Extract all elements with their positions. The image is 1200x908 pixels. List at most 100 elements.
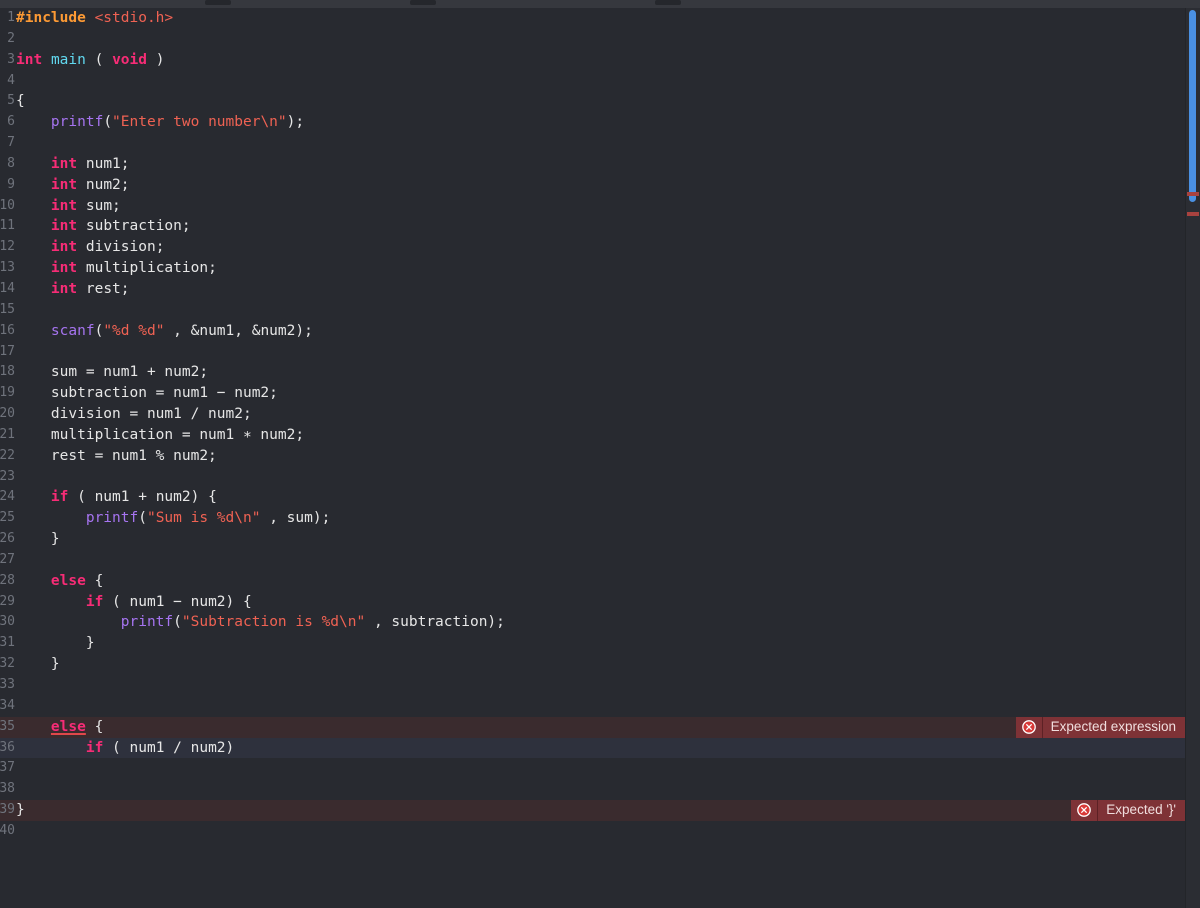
code-line[interactable]: 38 xyxy=(0,779,1186,800)
code-line[interactable]: 27 xyxy=(0,550,1186,571)
code-line[interactable]: 21 multiplication = num1 ∗ num2; xyxy=(0,425,1186,446)
code-line[interactable]: 11 int subtraction; xyxy=(0,216,1186,237)
code-line[interactable]: 5{ xyxy=(0,91,1186,112)
token-kw: int xyxy=(50,280,78,297)
line-content: #include <stdio.h> xyxy=(16,8,173,29)
line-number: 14 xyxy=(0,280,15,296)
code-line[interactable]: 3 int main ( void ) xyxy=(0,50,1186,71)
token-kw: if xyxy=(50,489,69,506)
token-kw: int xyxy=(50,176,78,193)
code-line[interactable]: 29 if ( num1 − num2) { xyxy=(0,592,1186,613)
toolbar-chip-1[interactable] xyxy=(205,0,231,5)
token-kw: int xyxy=(50,239,78,256)
line-content: printf("Enter two number\n"); xyxy=(16,112,304,133)
code-line[interactable]: 23 xyxy=(0,467,1186,488)
code-line[interactable]: 19 subtraction = num1 − num2; xyxy=(0,383,1186,404)
token-pun: } xyxy=(16,656,60,673)
token-pun xyxy=(16,260,51,276)
token-id: sum = num1 + num2; xyxy=(16,364,209,381)
line-number: 32 xyxy=(0,656,15,672)
code-line[interactable]: 26 } xyxy=(0,529,1186,550)
line-content: else { xyxy=(16,717,103,738)
scrollbar-thumb[interactable] xyxy=(1189,10,1196,202)
token-call: printf xyxy=(50,114,104,131)
line-number: 8 xyxy=(7,155,15,171)
toolbar-chip-2[interactable] xyxy=(410,0,436,5)
line-number: 40 xyxy=(0,822,15,838)
code-line[interactable]: 31 } xyxy=(0,633,1186,654)
code-line[interactable]: 6 printf("Enter two number\n"); xyxy=(0,112,1186,133)
token-pun xyxy=(16,323,51,339)
token-pun xyxy=(16,594,86,610)
vertical-scrollbar[interactable] xyxy=(1185,8,1200,908)
code-line[interactable]: 14 int rest; xyxy=(0,279,1186,300)
code-line[interactable]: 16 scanf("%d %d" , &num1, &num2); xyxy=(0,321,1186,342)
code-line[interactable]: 15 xyxy=(0,300,1186,321)
line-number: 20 xyxy=(0,406,15,422)
line-number: 25 xyxy=(0,510,15,526)
code-line[interactable]: 36 if ( num1 / num2) xyxy=(0,737,1186,759)
code-line[interactable]: 30 printf("Subtraction is %d\n" , subtra… xyxy=(0,612,1186,633)
scrollbar-error-marker[interactable] xyxy=(1187,192,1199,196)
token-pun: ( xyxy=(173,614,182,631)
token-pun xyxy=(86,10,95,26)
token-pun: ) xyxy=(146,51,165,68)
code-line[interactable]: 9 int num2; xyxy=(0,175,1186,196)
code-line[interactable]: 40 xyxy=(0,821,1186,842)
line-number: 9 xyxy=(7,176,15,192)
token-pun: } xyxy=(16,635,95,652)
line-number: 24 xyxy=(0,489,15,505)
code-line[interactable]: 8 int num1; xyxy=(0,154,1186,175)
token-pun xyxy=(16,156,51,172)
token-pun: { xyxy=(85,572,104,589)
code-line[interactable]: 13 int multiplication; xyxy=(0,258,1186,279)
line-number: 11 xyxy=(0,218,15,234)
token-str: "%d %d" xyxy=(103,322,165,339)
code-line[interactable]: 22 rest = num1 % num2; xyxy=(0,446,1186,467)
line-number: 1 xyxy=(7,10,15,25)
code-line[interactable]: 35 else {Expected expression xyxy=(0,716,1186,738)
line-number: 33 xyxy=(0,677,15,692)
line-content: rest = num1 % num2; xyxy=(16,446,217,467)
code-line[interactable]: 2 xyxy=(0,29,1186,50)
code-line[interactable]: 32 } xyxy=(0,654,1186,675)
code-line[interactable]: 33 xyxy=(0,675,1186,696)
line-number: 34 xyxy=(0,697,15,713)
token-str: "Enter two number\n" xyxy=(112,114,287,131)
line-number: 19 xyxy=(0,385,15,401)
line-number: 30 xyxy=(0,614,15,630)
line-number: 38 xyxy=(0,781,15,797)
code-line[interactable]: 25 printf("Sum is %d\n" , sum); xyxy=(0,508,1186,529)
code-lines-container[interactable]: 1 #include <stdio.h> 2 3 int main ( void ) 4 5… xyxy=(0,8,1186,908)
code-line[interactable]: 18 sum = num1 + num2; xyxy=(0,362,1186,383)
line-content: sum = num1 + num2; xyxy=(16,362,208,383)
code-line[interactable]: 24 if ( num1 + num2) { xyxy=(0,487,1186,508)
token-id: multiplication = num1 ∗ num2; xyxy=(16,426,305,443)
token-pun: ); xyxy=(286,114,305,131)
code-line[interactable]: 39} Expected '}' xyxy=(0,800,1186,821)
line-number: 27 xyxy=(0,551,15,567)
code-line[interactable]: 17 xyxy=(0,342,1186,363)
code-line[interactable]: 28 else { xyxy=(0,571,1186,592)
code-line[interactable]: 12 int division; xyxy=(0,237,1186,258)
code-line[interactable]: 1 #include <stdio.h> xyxy=(0,8,1186,29)
line-number: 15 xyxy=(0,301,15,317)
code-line[interactable]: 34 xyxy=(0,696,1186,717)
line-content: } xyxy=(16,654,60,675)
editor-pane[interactable]: 1 #include <stdio.h> 2 3 int main ( void ) 4 5… xyxy=(0,8,1200,908)
line-number: 31 xyxy=(0,635,15,651)
token-kw: int xyxy=(50,218,78,235)
token-pun: } xyxy=(16,531,60,548)
diagnostic-badge[interactable]: Expected '}' xyxy=(1071,800,1186,821)
code-line[interactable]: 10 int sum; xyxy=(0,196,1186,217)
line-content: int rest; xyxy=(16,279,130,300)
diagnostic-message: Expected '}' xyxy=(1106,802,1176,818)
code-line[interactable]: 7 xyxy=(0,133,1186,154)
scrollbar-error-marker[interactable] xyxy=(1187,212,1199,216)
error-circle-x-icon xyxy=(1015,716,1043,738)
diagnostic-badge[interactable]: Expected expression xyxy=(1015,716,1186,738)
code-line[interactable]: 37 xyxy=(0,758,1186,779)
toolbar-chip-3[interactable] xyxy=(655,0,681,5)
code-line[interactable]: 4 xyxy=(0,71,1186,92)
code-line[interactable]: 20 division = num1 / num2; xyxy=(0,404,1186,425)
